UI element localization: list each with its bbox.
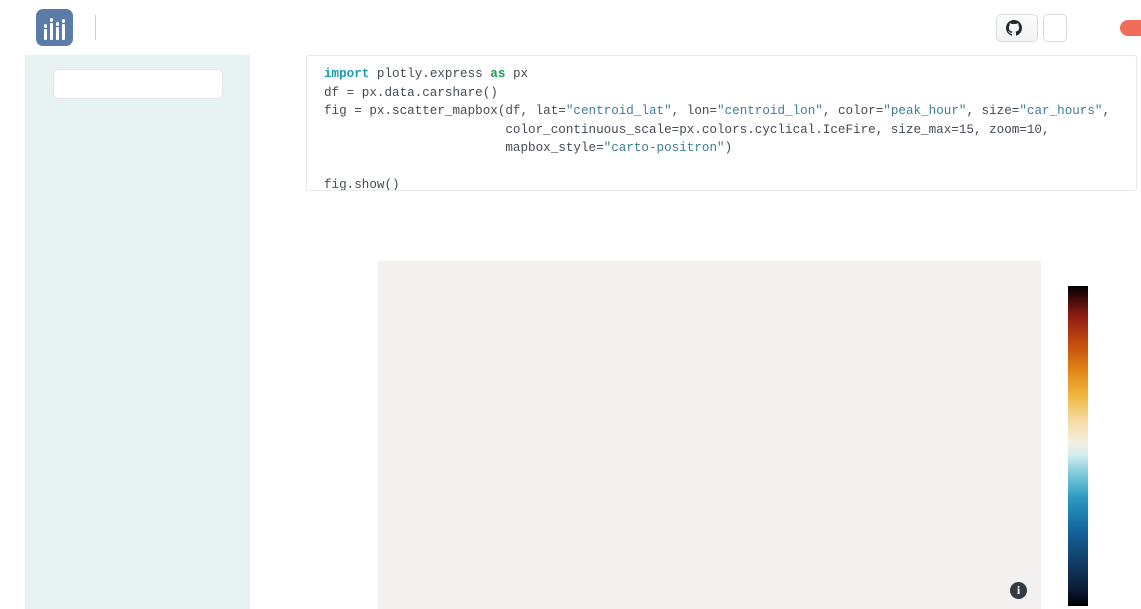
code-line-1: import plotly.express as px xyxy=(324,67,529,81)
plotly-logo-icon xyxy=(36,9,73,46)
brand[interactable] xyxy=(36,9,107,46)
colorbar xyxy=(1068,261,1141,609)
header-actions xyxy=(996,0,1141,55)
code-line-3: fig = px.scatter_mapbox(df, lat="centroi… xyxy=(324,104,1111,118)
map-markers xyxy=(378,261,1041,609)
sidebar xyxy=(25,55,250,609)
dash-demo-button[interactable] xyxy=(1120,19,1141,36)
map-canvas[interactable]: i xyxy=(378,261,1041,609)
brand-divider xyxy=(95,15,96,40)
main-content: import plotly.express as px df = px.data… xyxy=(250,55,1141,609)
search-input[interactable] xyxy=(52,69,223,99)
github-star-count[interactable] xyxy=(1043,13,1067,42)
site-header xyxy=(0,0,1141,55)
github-icon xyxy=(1006,19,1022,36)
map-attribution-icon[interactable]: i xyxy=(1010,582,1027,599)
code-line-4: color_continuous_scale=px.colors.cyclica… xyxy=(324,122,1050,137)
github-star-button[interactable] xyxy=(996,13,1038,42)
code-block[interactable]: import plotly.express as px df = px.data… xyxy=(306,55,1137,191)
code-line-5: mapbox_style="carto-positron") xyxy=(324,141,733,155)
scatter-mapbox-figure[interactable]: i xyxy=(378,261,1141,609)
colorbar-gradient xyxy=(1068,286,1088,606)
code-line-6: fig.show() xyxy=(324,177,400,191)
code-line-2: df = px.data.carshare() xyxy=(324,85,498,100)
